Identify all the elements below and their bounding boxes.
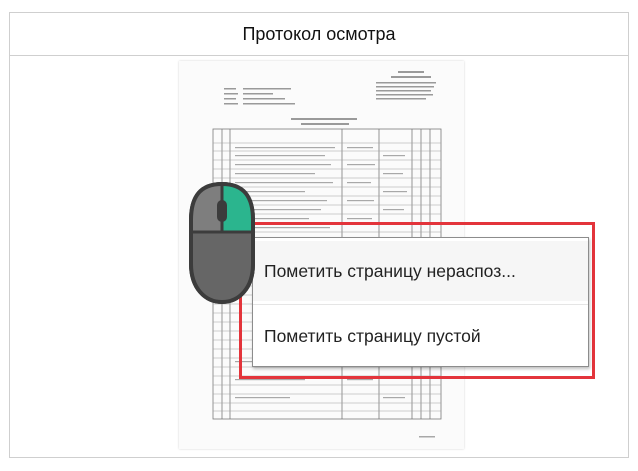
menu-item-mark-unrecognized[interactable]: Пометить страницу нераспоз...: [253, 241, 588, 301]
context-menu: Пометить страницу нераспоз... Пометить с…: [252, 237, 589, 367]
menu-item-mark-empty[interactable]: Пометить страницу пустой: [253, 306, 588, 366]
document-preview-area: Пометить страницу нераспоз... Пометить с…: [10, 56, 628, 457]
mouse-right-click-icon: [173, 180, 271, 308]
menu-divider: [253, 304, 588, 305]
viewer-window: Протокол осмотра Пометить страницу нерас…: [9, 12, 629, 458]
page-title: Протокол осмотра: [10, 13, 628, 56]
